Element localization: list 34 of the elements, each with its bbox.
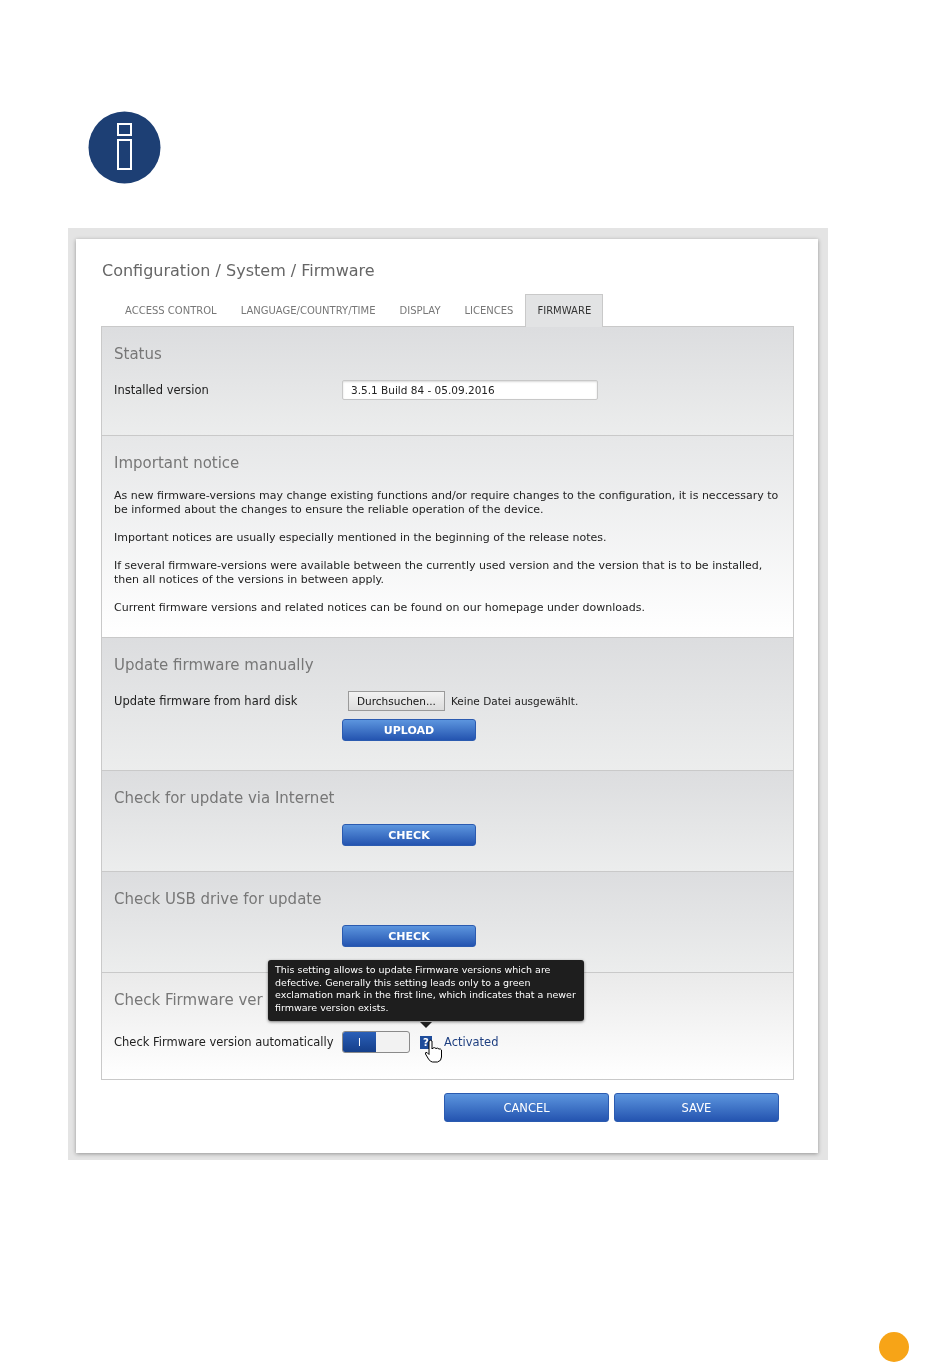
- notice-paragraph: If several firmware-versions were available between the currently used version and the version that is to be installed, then all notices of the versions in between apply.: [114, 559, 764, 587]
- notice-paragraph: Current firmware versions and related notices can be found on our homepage under downloads.: [114, 601, 647, 615]
- tab[interactable]: LICENCES: [452, 294, 526, 326]
- notice-paragraph: As new firmware-versions may change existing functions and/or require changes to the configuration, it is neccessary to be informed about the changes to ensure the reliable operation of the device.: [114, 489, 780, 517]
- section-title: Update firmware manually: [114, 656, 314, 674]
- breadcrumb: Configuration / System / Firmware: [102, 261, 376, 280]
- save-button[interactable]: SAVE: [614, 1093, 779, 1122]
- section-title: Check Firmware ver: [114, 991, 263, 1009]
- field-label: Check Firmware version automatically: [114, 1035, 335, 1049]
- upload-button[interactable]: UPLOAD: [342, 719, 476, 741]
- file-status: Keine Datei ausgewählt.: [450, 695, 579, 707]
- tab[interactable]: DISPLAY: [387, 294, 453, 326]
- hand-cursor-icon: [424, 1039, 442, 1063]
- browse-button[interactable]: Durchsuchen...: [348, 691, 445, 711]
- check-button[interactable]: CHECK: [342, 925, 476, 947]
- tooltip-pointer: [420, 1022, 432, 1028]
- field-label: Update firmware from hard disk: [114, 694, 299, 708]
- page-marker-dot: [879, 1332, 909, 1362]
- tab[interactable]: LANGUAGE/COUNTRY/TIME: [228, 294, 388, 326]
- info-icon: [88, 111, 161, 184]
- status-text: Activated: [444, 1035, 499, 1049]
- section-title: Status: [114, 345, 162, 363]
- toggle-switch[interactable]: I: [342, 1031, 410, 1053]
- section-title: Important notice: [114, 454, 240, 472]
- version-field[interactable]: 3.5.1 Build 84 - 05.09.2016: [342, 380, 598, 400]
- tab[interactable]: ACCESS CONTROL: [113, 294, 229, 326]
- check-button[interactable]: CHECK: [342, 824, 476, 846]
- cancel-button[interactable]: CANCEL: [444, 1093, 609, 1122]
- field-label: Installed version: [114, 383, 210, 397]
- notice-paragraph: Important notices are usually especially mentioned in the beginning of the release notes.: [114, 531, 608, 545]
- section-title: Check USB drive for update: [114, 890, 322, 908]
- tooltip: This setting allows to update Firmware versions which are defective. Generally this setting leads only to a green exclamation mark in the first line, which indicates that a newer firmware version exists.: [268, 960, 584, 1021]
- tab[interactable]: FIRMWARE: [525, 294, 604, 327]
- section-title: Check for update via Internet: [114, 789, 335, 807]
